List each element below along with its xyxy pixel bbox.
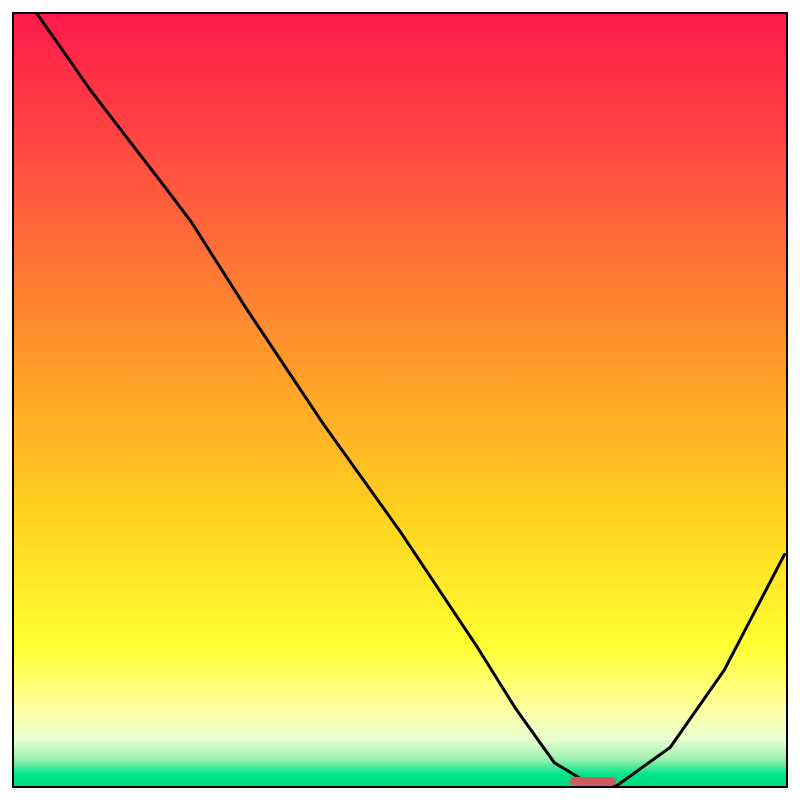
bottleneck-plot	[14, 14, 786, 786]
optimum-marker	[570, 777, 616, 786]
gradient-background	[14, 14, 786, 786]
chart-frame: TheBottleneck.com	[12, 12, 788, 788]
